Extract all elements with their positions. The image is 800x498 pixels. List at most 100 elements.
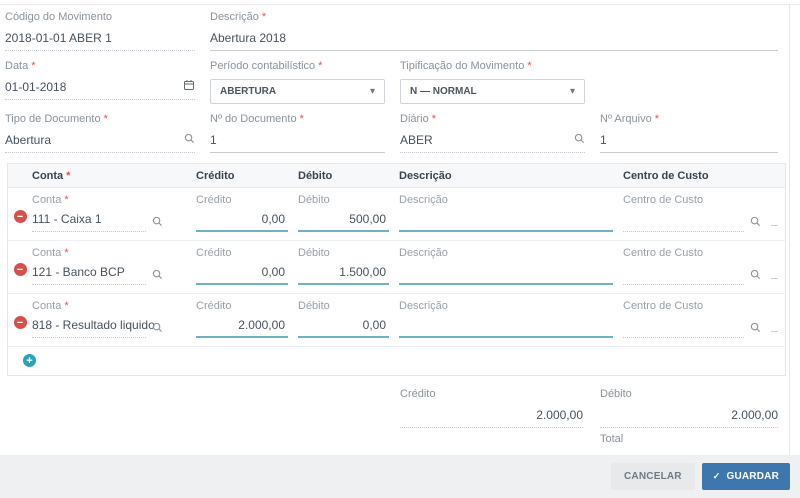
save-button-label: GUARDAR bbox=[726, 471, 779, 482]
row-remove-cell: − bbox=[8, 194, 32, 232]
total-debito-label: Débito bbox=[600, 388, 632, 400]
required-mark: * bbox=[299, 113, 304, 125]
field-data: Data * 01-01-2018 bbox=[5, 60, 195, 104]
debito-cell: Débito 500,00 bbox=[298, 194, 399, 232]
conta-cell-label: Conta * bbox=[32, 300, 69, 312]
search-icon[interactable] bbox=[750, 320, 761, 338]
panel-right-border bbox=[789, 5, 790, 455]
num-documento-label: Nº do Documento * bbox=[210, 113, 304, 125]
required-mark: * bbox=[261, 11, 267, 23]
header-credito: Crédito bbox=[196, 169, 235, 182]
header-debito: Débito bbox=[298, 169, 333, 182]
minus-circle-icon: − bbox=[16, 316, 24, 329]
chevron-down-icon: ▾ bbox=[569, 86, 575, 97]
search-icon[interactable] bbox=[184, 133, 195, 147]
total-debito: Débito 2.000,00 bbox=[600, 388, 778, 428]
conta-input[interactable]: 818 - Resultado liquido bbox=[32, 318, 155, 338]
descricao-cell: Descrição bbox=[399, 194, 623, 232]
descricao-line-input[interactable] bbox=[399, 265, 613, 285]
codigo-movimento-label: Código do Movimento bbox=[5, 11, 113, 23]
search-icon[interactable] bbox=[152, 267, 163, 285]
field-periodo: Período contabilístico * ABERTURA ▾ bbox=[210, 60, 385, 104]
field-descricao: Descrição * Abertura 2018 bbox=[210, 11, 778, 51]
check-icon: ✓ bbox=[712, 471, 721, 481]
data-input[interactable]: 01-01-2018 bbox=[5, 79, 195, 100]
field-tipo-documento: Tipo de Documento * Abertura bbox=[5, 113, 195, 153]
total-credito-value: 2.000,00 bbox=[400, 408, 583, 428]
row-remove-cell: − bbox=[8, 247, 32, 285]
credito-input[interactable]: 0,00 bbox=[196, 212, 288, 232]
movement-lines-table: Conta * Crédito Débito Descrição Centro d… bbox=[7, 163, 786, 376]
tipificacao-select[interactable]: N — NORMAL ▾ bbox=[400, 79, 585, 104]
centro-custo-input[interactable] bbox=[623, 318, 744, 338]
num-documento-input[interactable]: 1 bbox=[210, 132, 385, 153]
field-num-documento: Nº do Documento * 1 bbox=[210, 113, 385, 153]
save-button[interactable]: ✓ GUARDAR bbox=[701, 463, 790, 490]
credito-input[interactable]: 0,00 bbox=[196, 265, 288, 285]
descricao-line-input[interactable] bbox=[399, 212, 613, 232]
header-centro-custo: Centro de Custo bbox=[623, 169, 709, 182]
debito-input[interactable]: 1.500,00 bbox=[298, 265, 389, 285]
centro-custo-cell: Centro de Custo bbox=[623, 300, 785, 338]
chevron-down-icon: ▾ bbox=[369, 86, 375, 97]
field-diario: Diário * ABER bbox=[400, 113, 585, 153]
required-mark: * bbox=[64, 300, 69, 312]
search-icon[interactable] bbox=[750, 214, 761, 232]
cancel-button[interactable]: CANCELAR bbox=[611, 463, 695, 490]
required-mark: * bbox=[66, 169, 71, 182]
conta-cell: Conta * 818 - Resultado liquido bbox=[32, 300, 196, 338]
remove-row-button[interactable]: − bbox=[13, 263, 27, 276]
add-row-button[interactable]: + bbox=[23, 354, 36, 367]
movement-form-page: Código do Movimento 2018-01-01 ABER 1 De… bbox=[0, 0, 800, 498]
num-arquivo-input[interactable]: 1 bbox=[600, 132, 778, 153]
required-mark: * bbox=[431, 113, 437, 125]
search-icon[interactable] bbox=[750, 267, 761, 285]
remove-row-button[interactable]: − bbox=[13, 210, 27, 223]
centro-custo-cell: Centro de Custo bbox=[623, 194, 785, 232]
required-mark: * bbox=[64, 247, 69, 259]
header-descricao: Descrição bbox=[399, 169, 452, 182]
total-debito-value: 2.000,00 bbox=[600, 408, 778, 428]
conta-input[interactable]: 121 - Banco BCP bbox=[32, 265, 146, 285]
required-mark: * bbox=[103, 113, 108, 125]
periodo-label: Período contabilístico * bbox=[210, 60, 323, 72]
descricao-cell: Descrição bbox=[399, 300, 623, 338]
calendar-icon[interactable] bbox=[183, 79, 195, 94]
search-icon[interactable] bbox=[152, 320, 163, 338]
tipo-documento-input[interactable]: Abertura bbox=[5, 132, 195, 153]
num-arquivo-label: Nº Arquivo * bbox=[600, 113, 659, 125]
debito-cell: Débito 0,00 bbox=[298, 300, 399, 338]
diario-input[interactable]: ABER bbox=[400, 132, 585, 153]
credito-input[interactable]: 2.000,00 bbox=[196, 318, 288, 338]
debito-input[interactable]: 500,00 bbox=[298, 212, 389, 232]
conta-cell: Conta * 121 - Banco BCP bbox=[32, 247, 196, 285]
search-icon[interactable] bbox=[152, 214, 163, 232]
caret-dash-icon bbox=[771, 331, 778, 332]
field-num-arquivo: Nº Arquivo * 1 bbox=[600, 113, 778, 153]
descricao-input[interactable]: Abertura 2018 bbox=[210, 30, 778, 51]
plus-circle-icon: + bbox=[26, 354, 33, 367]
table-row: − Conta * 111 - Caixa 1 Crédito 0,00 Débi… bbox=[8, 188, 785, 241]
caret-dash-icon bbox=[771, 278, 778, 279]
centro-custo-input[interactable] bbox=[623, 212, 744, 232]
tipo-documento-label: Tipo de Documento * bbox=[5, 113, 108, 125]
required-mark: * bbox=[64, 194, 69, 206]
centro-custo-input[interactable] bbox=[623, 265, 744, 285]
debito-cell: Débito 1.500,00 bbox=[298, 247, 399, 285]
conta-input[interactable]: 111 - Caixa 1 bbox=[32, 212, 146, 232]
header-fields: Código do Movimento 2018-01-01 ABER 1 De… bbox=[0, 0, 800, 162]
row-remove-cell: − bbox=[8, 300, 32, 338]
required-mark: * bbox=[527, 60, 532, 72]
total-credito: Crédito 2.000,00 bbox=[400, 388, 583, 428]
footer-bar: CANCELAR ✓ GUARDAR bbox=[0, 455, 800, 498]
credito-cell: Crédito 2.000,00 bbox=[196, 300, 298, 338]
search-icon[interactable] bbox=[574, 133, 585, 147]
periodo-select[interactable]: ABERTURA ▾ bbox=[210, 79, 385, 104]
minus-circle-icon: − bbox=[16, 263, 24, 276]
debito-input[interactable]: 0,00 bbox=[298, 318, 389, 338]
centro-custo-cell: Centro de Custo bbox=[623, 247, 785, 285]
data-label: Data * bbox=[5, 60, 36, 72]
descricao-line-input[interactable] bbox=[399, 318, 613, 338]
remove-row-button[interactable]: − bbox=[13, 316, 27, 329]
